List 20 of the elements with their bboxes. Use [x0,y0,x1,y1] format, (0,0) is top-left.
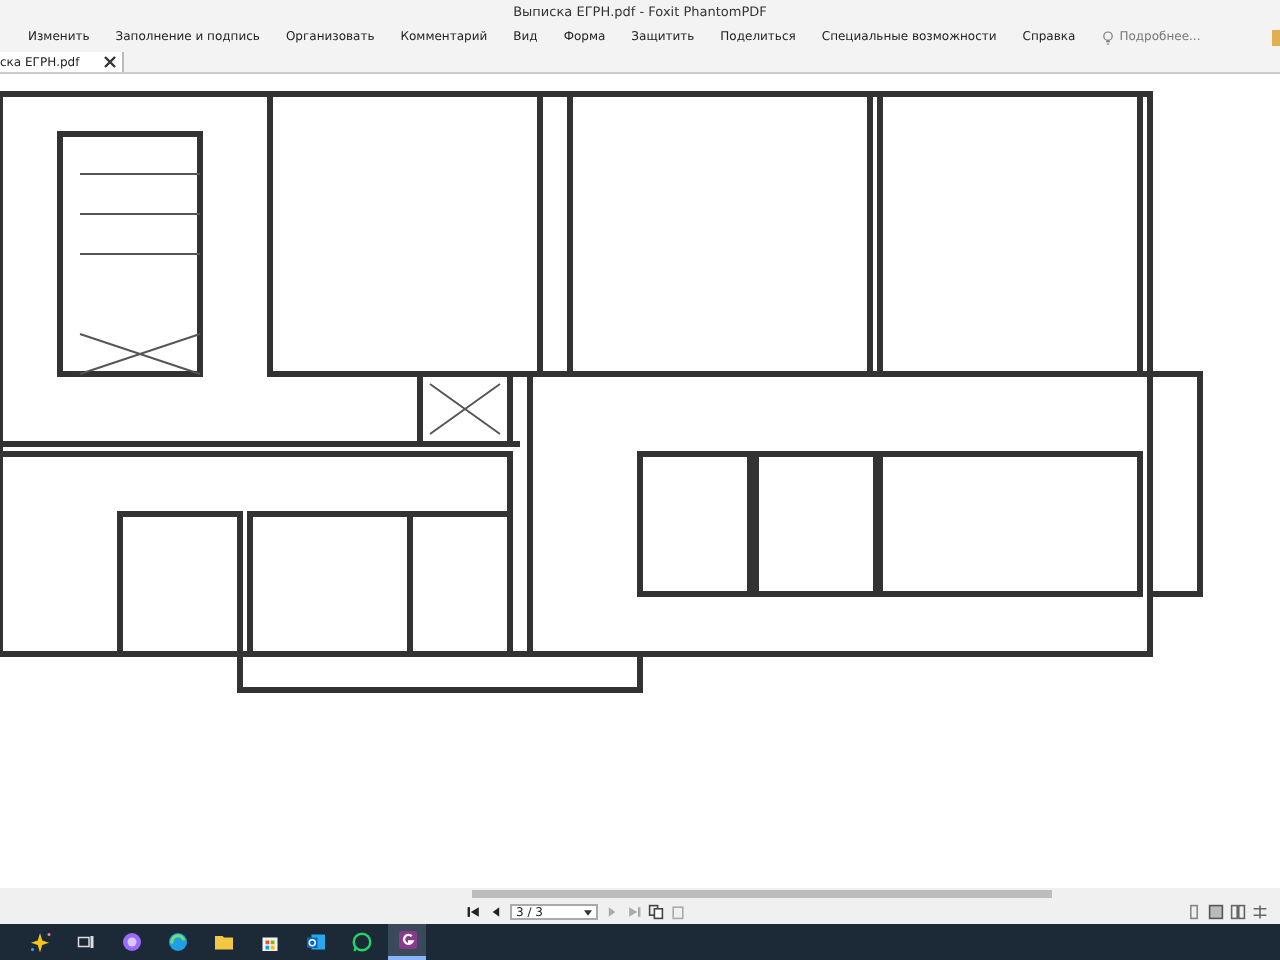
sparkle-icon[interactable] [27,930,51,954]
lightbulb-icon [1101,29,1114,45]
mail-icon[interactable] [303,930,327,954]
two-page-continuous-icon[interactable] [1252,904,1268,920]
dropdown-caret-icon[interactable] [584,909,592,915]
close-icon[interactable] [104,56,116,68]
continuous-page-icon[interactable] [1208,904,1224,920]
circle-app-icon[interactable] [119,930,143,954]
first-page-icon[interactable] [466,904,482,920]
browser-icon[interactable] [165,930,189,954]
folder-icon[interactable] [211,930,235,954]
task-view-icon[interactable] [73,930,97,954]
chat-icon[interactable] [349,930,373,954]
single-page-icon[interactable] [1186,904,1202,920]
pages-icon[interactable] [648,904,664,920]
scrollbar-thumb[interactable] [472,890,1052,898]
previous-page-icon[interactable] [488,904,504,920]
pdf-app-icon[interactable] [395,928,419,952]
taskbar-button[interactable] [388,924,426,960]
two-page-icon[interactable] [1230,904,1246,920]
